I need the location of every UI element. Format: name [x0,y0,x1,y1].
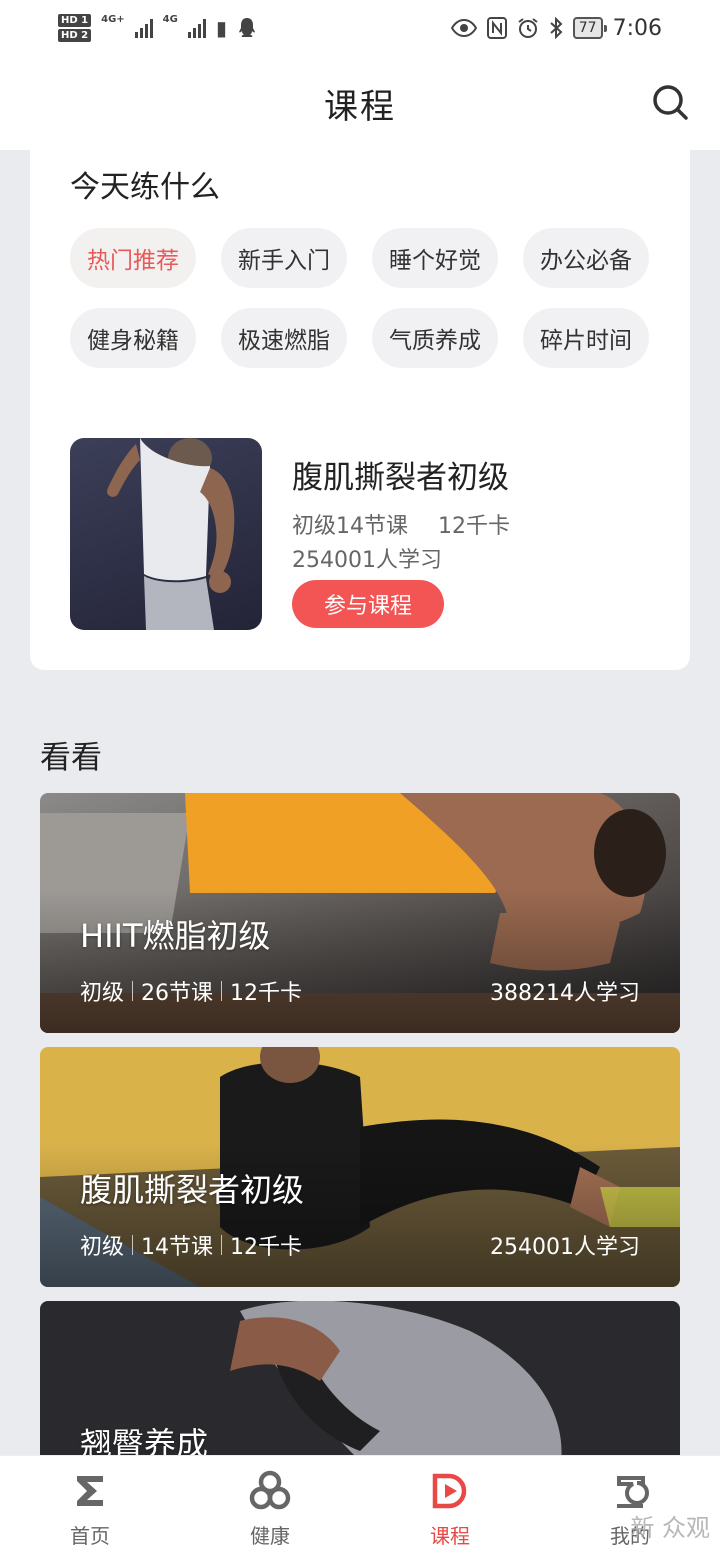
alert-icon: ▮ [215,16,227,40]
top-nav: 课程 [0,56,720,150]
profile-icon [617,1475,649,1508]
signal-icon [187,18,206,38]
chip-temperament[interactable]: 气质养成 [372,308,498,368]
meta-divider [221,981,223,1001]
course-calories: 12千卡 [230,1235,303,1260]
runner-illustration [107,438,235,630]
today-title: 今天练什么 [70,170,220,205]
tab-courses[interactable]: 课程 [390,1468,510,1549]
course-lessons: 14节课 [141,1235,214,1260]
meta-divider [132,1235,134,1255]
chip-fat-burn[interactable]: 极速燃脂 [221,308,347,368]
featured-course-image[interactable] [70,438,262,630]
bluetooth-icon [550,17,563,39]
tab-health[interactable]: 健康 [210,1468,330,1549]
clock: 7:06 [612,15,662,41]
qq-icon [238,18,255,37]
nfc-icon [486,17,507,39]
chip-beginner[interactable]: 新手入门 [221,228,347,288]
sigma-home-icon [77,1475,103,1506]
hd-indicators: HD 1 HD 2 [58,14,92,42]
today-card: 今天练什么 热门推荐 新手入门 睡个好觉 办公必备 健身秘籍 极速燃脂 气质养成… [30,150,690,670]
featured-course[interactable]: 腹肌撕裂者初级 初级14节课 12千卡 254001人学习 参与课程 [70,438,650,632]
course-level: 初级 [80,981,125,1006]
featured-level: 初级14节课 [292,514,408,539]
eye-icon [450,19,477,37]
course-level: 初级 [80,1235,125,1260]
featured-learners: 254001人学习 [292,548,442,573]
course-calories: 12千卡 [230,981,303,1006]
status-left: HD 1 HD 2 4G+ 4G ▮ [58,14,257,42]
health-rings-icon [249,1470,291,1509]
status-bar: HD 1 HD 2 4G+ 4G ▮ 77 7:06 [0,0,720,56]
alarm-icon [518,18,538,38]
tab-label: 首页 [70,1523,110,1548]
search-icon[interactable] [650,82,690,122]
course-learners: 254001人学习 [490,1235,640,1260]
bottom-tab-bar: 首页 健康 课程 我的 [0,1455,720,1560]
course-learners: 388214人学习 [490,981,640,1006]
course-lessons: 26节课 [141,981,214,1006]
tab-label: 健康 [250,1523,290,1548]
tab-home[interactable]: 首页 [30,1468,150,1549]
status-right: 77 7:06 [450,15,662,41]
chip-sleep[interactable]: 睡个好觉 [372,228,498,288]
featured-course-title: 腹肌撕裂者初级 [292,460,509,496]
hd1-badge: HD 1 [58,14,92,27]
course-card-abs[interactable]: 腹肌撕裂者初级 初级 14节课 12千卡 254001人学习 [40,1047,680,1287]
chip-short-time[interactable]: 碎片时间 [523,308,649,368]
signal-icon [134,18,153,38]
screen: HD 1 HD 2 4G+ 4G ▮ 77 7:06 课程 今天练什么 热门推荐… [0,0,720,1560]
tab-label: 课程 [430,1523,470,1548]
course-meta: 初级 14节课 12千卡 [80,1229,302,1261]
page-title: 课程 [324,86,396,127]
course-name: HIIT燃脂初级 [80,917,271,955]
network-type-1: 4G+ [101,14,125,25]
join-course-button[interactable]: 参与课程 [292,580,444,628]
course-card-glutes[interactable]: 翘臀养成 [40,1301,680,1471]
hd2-badge: HD 2 [58,29,92,42]
chip-fitness-tips[interactable]: 健身秘籍 [70,308,196,368]
course-meta: 初级 26节课 12千卡 [80,975,302,1007]
course-card-hiit[interactable]: HIIT燃脂初级 初级 26节课 12千卡 388214人学习 [40,793,680,1033]
network-type-2: 4G [162,14,178,25]
category-chips: 热门推荐 新手入门 睡个好觉 办公必备 健身秘籍 极速燃脂 气质养成 碎片时间 [70,228,650,368]
chip-office[interactable]: 办公必备 [523,228,649,288]
course-play-icon [432,1473,467,1508]
chip-hot[interactable]: 热门推荐 [70,228,196,288]
meta-divider [132,981,134,1001]
watermark: 新 众观 [630,1514,710,1542]
battery-indicator: 77 [572,17,607,39]
course-name: 腹肌撕裂者初级 [80,1171,305,1209]
featured-course-meta: 初级14节课 12千卡 [292,508,510,540]
featured-calories: 12千卡 [438,514,510,539]
meta-divider [221,1235,223,1255]
section-title-look: 看看 [40,740,102,776]
